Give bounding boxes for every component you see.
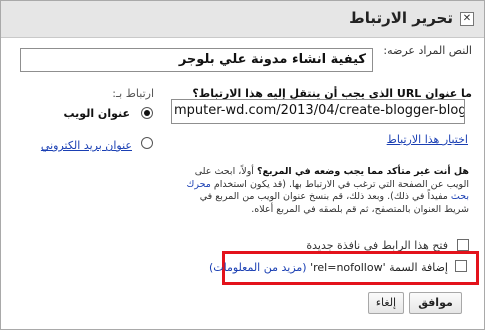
edit-link-dialog: تحرير الارتباط ✕ النص المراد عرضه: كيفية…: [0, 0, 485, 330]
web-address-radio[interactable]: [141, 107, 153, 119]
dialog-title: تحرير الارتباط: [349, 9, 453, 27]
web-address-label[interactable]: عنوان الويب: [64, 107, 130, 120]
help-lead: هل أنت غير متأكد مما يجب وضعه في المربع؟: [256, 166, 469, 177]
cancel-button[interactable]: إلغاء: [368, 292, 404, 314]
email-address-radio[interactable]: [141, 137, 153, 149]
new-window-checkbox[interactable]: [457, 239, 469, 251]
text-to-display-label: النص المراد عرضه:: [383, 44, 472, 57]
text-to-display-input[interactable]: كيفية انشاء مدونة علي بلوجر: [20, 48, 373, 72]
more-info-link[interactable]: (مزيد من المعلومات): [209, 261, 307, 274]
dialog-titlebar: تحرير الارتباط ✕: [1, 1, 484, 38]
close-icon[interactable]: ✕: [460, 12, 474, 26]
ok-button[interactable]: موافق: [409, 292, 462, 314]
link-to-label: ارتباط بـ:: [112, 87, 154, 100]
nofollow-label: إضافة السمة 'rel=nofollow' (مزيد من المع…: [209, 261, 448, 274]
help-paragraph: هل أنت غير متأكد مما يجب وضعه في المربع؟…: [173, 166, 469, 216]
email-address-link[interactable]: عنوان بريد الكتروني: [41, 139, 132, 152]
text-to-display-value: كيفية انشاء مدونة علي بلوجر: [178, 52, 366, 67]
help-text-2: مفيداً في ذلك). وبعد ذلك، قم بنسخ عنوان …: [199, 191, 469, 215]
test-link[interactable]: اختبار هذا الارتباط: [387, 133, 468, 146]
url-input[interactable]: mputer-wd.com/2013/04/create-blogger-blo…: [171, 99, 465, 124]
url-input-value: mputer-wd.com/2013/04/create-blogger-blo…: [174, 103, 464, 118]
nofollow-checkbox[interactable]: [455, 260, 467, 272]
nofollow-label-text: إضافة السمة 'rel=nofollow': [310, 261, 448, 274]
